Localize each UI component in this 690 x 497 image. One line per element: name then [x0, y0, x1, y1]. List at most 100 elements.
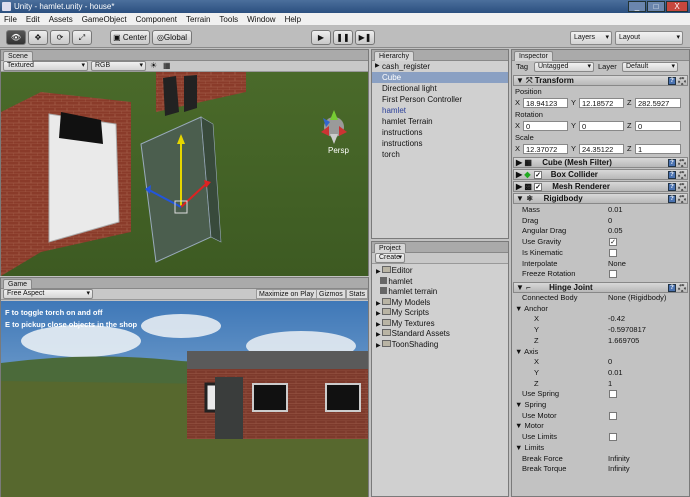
- menu-gameobject[interactable]: GameObject: [82, 13, 127, 25]
- position-x-field[interactable]: 18.94123: [523, 98, 568, 108]
- expand-arrow-icon[interactable]: ▶: [376, 343, 381, 349]
- property-checkbox[interactable]: [609, 411, 617, 420]
- property-value[interactable]: 1.669705: [608, 336, 639, 346]
- menu-window[interactable]: Window: [247, 13, 275, 25]
- expand-arrow-icon[interactable]: ▶: [375, 61, 380, 72]
- help-icon[interactable]: ?: [668, 159, 676, 167]
- shading-mode-dropdown[interactable]: Textured: [3, 61, 88, 71]
- gear-icon[interactable]: [678, 284, 686, 292]
- mesh-renderer-enabled-checkbox[interactable]: ✓: [534, 183, 542, 191]
- position-y-field[interactable]: 12.18572: [579, 98, 624, 108]
- hierarchy-item[interactable]: torch: [372, 149, 508, 160]
- layers-dropdown[interactable]: Layers: [570, 31, 612, 45]
- property-value[interactable]: -0.42: [608, 314, 625, 324]
- property-value[interactable]: 0: [608, 357, 612, 367]
- expand-arrow-icon[interactable]: ▶: [376, 322, 381, 328]
- expand-arrow-icon[interactable]: ▶: [376, 269, 381, 275]
- hierarchy-item[interactable]: hamlet Terrain: [372, 116, 508, 127]
- rotation-y-field[interactable]: 0: [579, 121, 624, 131]
- project-item[interactable]: ▶ Standard Assets: [372, 328, 508, 339]
- property-checkbox[interactable]: [609, 390, 617, 399]
- help-icon[interactable]: ?: [668, 171, 676, 179]
- rotate-tool-icon[interactable]: ⟳: [50, 30, 70, 45]
- property-value[interactable]: 0: [608, 216, 612, 226]
- expand-arrow-icon[interactable]: ▶: [376, 332, 381, 338]
- project-item[interactable]: ▶ My Models: [372, 297, 508, 308]
- tab-inspector[interactable]: Inspector: [514, 51, 553, 61]
- scale-y-field[interactable]: 24.35122: [579, 144, 624, 154]
- step-button[interactable]: ▶❚: [355, 30, 375, 45]
- property-checkbox[interactable]: [609, 433, 617, 442]
- expand-arrow-icon[interactable]: [376, 290, 379, 296]
- box-collider-header[interactable]: ▶ ◆ ✓ Box Collider ?: [513, 169, 688, 180]
- play-button[interactable]: ▶: [311, 30, 331, 45]
- expand-arrow-icon[interactable]: ▶: [376, 311, 381, 317]
- property-value[interactable]: 0.01: [608, 368, 623, 378]
- project-item[interactable]: ▶ Editor: [372, 265, 508, 276]
- hierarchy-item[interactable]: instructions: [372, 138, 508, 149]
- project-item[interactable]: hamlet terrain: [372, 286, 508, 297]
- pivot-global-button[interactable]: ◎Global: [152, 30, 192, 45]
- gear-icon[interactable]: [678, 171, 686, 179]
- mesh-renderer-header[interactable]: ▶ ▩ ✓ Mesh Renderer ?: [513, 181, 688, 192]
- scale-z-field[interactable]: 1: [635, 144, 681, 154]
- hierarchy-item[interactable]: hamlet: [372, 105, 508, 116]
- game-viewport[interactable]: [1, 301, 368, 497]
- maximize-button[interactable]: □: [647, 1, 665, 12]
- position-z-field[interactable]: 282.5927: [635, 98, 681, 108]
- pause-button[interactable]: ❚❚: [333, 30, 353, 45]
- property-checkbox[interactable]: ✓: [609, 238, 617, 247]
- property-value[interactable]: 1: [608, 379, 612, 389]
- project-item[interactable]: ▶ My Textures: [372, 318, 508, 329]
- mesh-filter-header[interactable]: ▶ ▦ Cube (Mesh Filter) ?: [513, 157, 688, 168]
- expand-arrow-icon[interactable]: [376, 280, 379, 286]
- menu-component[interactable]: Component: [136, 13, 177, 25]
- hinge-joint-header[interactable]: ▼ ⌐ Hinge Joint ?: [513, 282, 688, 293]
- menu-terrain[interactable]: Terrain: [186, 13, 210, 25]
- project-item[interactable]: ▶ My Scripts: [372, 307, 508, 318]
- transform-header[interactable]: ▼ ⤧ Transform ?: [513, 75, 688, 86]
- aspect-dropdown[interactable]: Free Aspect: [3, 289, 93, 299]
- stats-toggle[interactable]: Stats: [346, 289, 368, 299]
- help-icon[interactable]: ?: [668, 284, 676, 292]
- maximize-on-play-toggle[interactable]: Maximize on Play: [256, 289, 317, 299]
- help-icon[interactable]: ?: [668, 183, 676, 191]
- move-tool-icon[interactable]: ✥: [28, 30, 48, 45]
- scene-image-toggle-icon[interactable]: ▦: [163, 61, 171, 70]
- property-value[interactable]: Infinity: [608, 454, 630, 464]
- tab-project[interactable]: Project: [374, 243, 406, 253]
- project-item[interactable]: ▶ ToonShading: [372, 339, 508, 350]
- minimize-button[interactable]: _: [628, 1, 646, 12]
- gizmos-toggle[interactable]: Gizmos: [316, 289, 346, 299]
- property-value[interactable]: None: [608, 259, 626, 269]
- gear-icon[interactable]: [678, 77, 686, 85]
- close-button[interactable]: X: [666, 1, 688, 12]
- property-checkbox[interactable]: [609, 248, 617, 257]
- lighting-toggle-icon[interactable]: ☀: [150, 61, 157, 70]
- gear-icon[interactable]: [678, 159, 686, 167]
- tab-hierarchy[interactable]: Hierarchy: [374, 51, 414, 61]
- property-value[interactable]: -0.5970817: [608, 325, 646, 335]
- hierarchy-item[interactable]: First Person Controller: [372, 94, 508, 105]
- gear-icon[interactable]: [678, 195, 686, 203]
- property-value[interactable]: 0.01: [608, 205, 623, 215]
- help-icon[interactable]: ?: [668, 195, 676, 203]
- render-mode-dropdown[interactable]: RGB: [91, 61, 146, 71]
- property-checkbox[interactable]: [609, 270, 617, 279]
- rotation-x-field[interactable]: 0: [523, 121, 568, 131]
- hierarchy-item[interactable]: Cube: [372, 72, 508, 83]
- scale-tool-icon[interactable]: ⤢: [72, 30, 92, 45]
- layer-dropdown[interactable]: Default: [622, 62, 678, 72]
- tab-scene[interactable]: Scene: [3, 51, 33, 61]
- layout-dropdown[interactable]: Layout: [615, 31, 683, 45]
- project-create-dropdown[interactable]: Create: [375, 253, 405, 263]
- help-icon[interactable]: ?: [668, 77, 676, 85]
- gear-icon[interactable]: [678, 183, 686, 191]
- rotation-z-field[interactable]: 0: [635, 121, 681, 131]
- property-value[interactable]: 0.05: [608, 226, 623, 236]
- scene-viewport[interactable]: Persp: [1, 72, 368, 276]
- hierarchy-item[interactable]: instructions: [372, 127, 508, 138]
- expand-arrow-icon[interactable]: ▶: [376, 301, 381, 307]
- pivot-center-button[interactable]: ▣ Center: [110, 30, 150, 45]
- view-tool-eye-icon[interactable]: 👁: [6, 30, 26, 45]
